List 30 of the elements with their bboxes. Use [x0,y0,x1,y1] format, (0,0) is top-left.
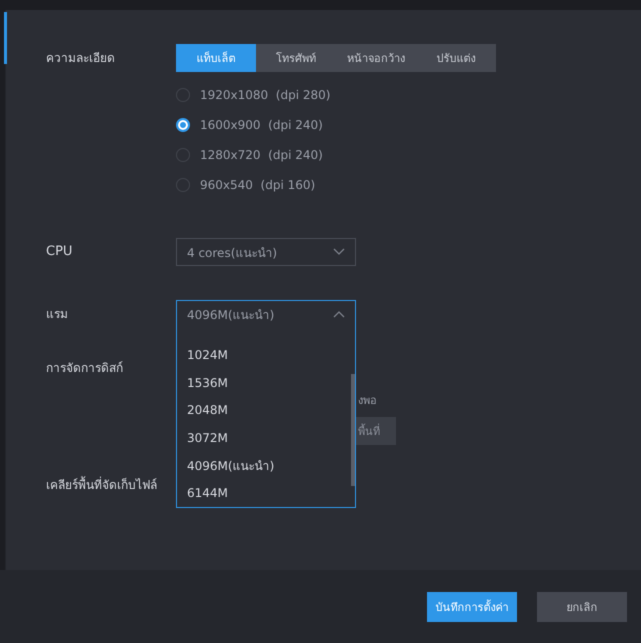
setting-label: แรม [45,306,69,323]
radio-label: 1600x900 (dpi 240) [200,118,323,132]
radio-button[interactable] [176,118,190,132]
radio-button[interactable] [176,148,190,162]
dropdown-option[interactable]: 6144M [177,479,355,508]
setting-label: CPU [45,243,74,261]
radio-label: 1920x1080 (dpi 280) [200,88,330,102]
disk-note: งพอ [358,393,378,409]
scrollbar-thumb[interactable] [351,374,355,486]
chevron-down-icon [333,248,345,256]
dropdown-option[interactable]: 4096M(แนะนำ) [177,452,355,480]
cpu-dropdown[interactable]: 4 cores(แนะนำ) [176,238,356,266]
radio-button[interactable] [176,88,190,102]
tab[interactable]: ปรับแต่ง [416,44,496,72]
setting-label: เคลียร์พื้นที่จัดเก็บไฟล์ [45,475,158,494]
dropdown-value: 4096M(แนะนำ) [187,306,274,324]
dropdown-option[interactable]: 1536M [177,368,355,396]
setting-label: การจัดการดิสก์ [45,360,124,377]
dropdown-option[interactable]: 1024M [177,341,355,369]
setting-label: ความละเอียด [45,50,116,67]
radio-label: 960x540 (dpi 160) [200,178,316,192]
dropdown-option[interactable]: 3072M [177,424,355,452]
dropdown-option[interactable]: 2048M [177,396,355,424]
radio-label: 1280x720 (dpi 240) [200,148,323,162]
chevron-up-icon [333,310,345,318]
dropdown-value: 4 cores(แนะนำ) [187,244,278,262]
footer-button[interactable]: ยกเลิก [537,592,627,622]
radio-button[interactable] [176,178,190,192]
tab[interactable]: โทรศัพท์ [256,44,336,72]
tab[interactable]: หน้าจอกว้าง [336,44,416,72]
